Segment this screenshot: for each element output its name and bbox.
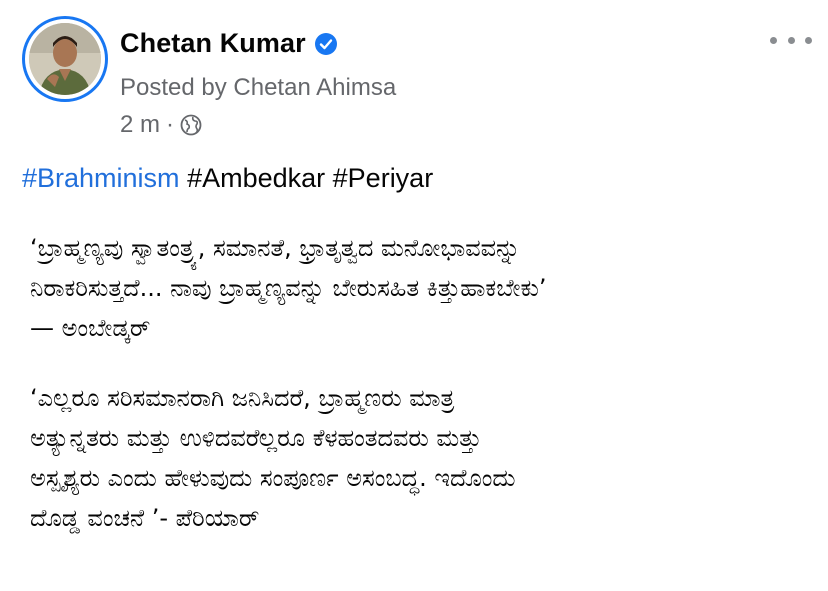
meta-separator: · (166, 111, 175, 138)
quote-line: ಅಸ್ಪೃಶ್ಯರು ಎಂದು ಹೇಳುವುದು ಸಂಪೂರ್ಣ ಅಸಂಬದ್ಧ… (30, 464, 516, 492)
facebook-post: Chetan Kumar Posted by Chetan Ahimsa 2 m… (0, 0, 828, 591)
more-dot (770, 36, 777, 44)
author-name-row: Chetan Kumar (120, 28, 338, 59)
hashtag-brahminism[interactable]: #Brahminism (22, 163, 180, 193)
hashtag-row: #Brahminism #Ambedkar #Periyar (22, 158, 812, 198)
quote-line: ‘ಎಲ್ಲರೂ ಸರಿಸಮಾನರಾಗಿ ಜನಿಸಿದರೆ, ಬ್ರಾಹ್ಮಣರು… (30, 384, 455, 412)
avatar[interactable] (29, 23, 101, 95)
quote-line: ದೊಡ್ಡ ವಂಚನೆ ’- ಪೆರಿಯಾರ್ (30, 504, 260, 532)
hashtag-ambedkar[interactable]: #Ambedkar (187, 163, 325, 193)
quote-attribution: — ಅಂಬೇಡ್ಕರ್ (30, 314, 151, 342)
author-name[interactable]: Chetan Kumar (120, 28, 306, 59)
verified-badge-icon (314, 32, 338, 56)
post-timestamp[interactable]: 2 m (120, 111, 160, 139)
author-avatar-story-ring[interactable] (22, 16, 108, 102)
quote-line: ನಿರಾಕರಿಸುತ್ತದೆ... ನಾವು ಬ್ರಾಹ್ಮಣ್ಯವನ್ನು ಬ… (30, 274, 547, 302)
hashtag-periyar[interactable]: #Periyar (333, 163, 434, 193)
posted-by-text: Posted by Chetan Ahimsa (120, 74, 397, 101)
quote-ambedkar: ‘ಬ್ರಾಹ್ಮಣ್ಯವು ಸ್ವಾತಂತ್ರ್ಯ, ಸಮಾನತೆ, ಭ್ರಾತ… (30, 228, 812, 348)
post-body: #Brahminism #Ambedkar #Periyar ‘ಬ್ರಾಹ್ಮಣ… (22, 158, 812, 568)
post-meta: 2 m · (120, 111, 202, 139)
more-dot (787, 36, 795, 44)
more-options-icon[interactable] (770, 26, 812, 54)
quote-line: ಅತ್ಯುನ್ನತರು ಮತ್ತು ಉಳಿದವರೆಲ್ಲರೂ ಕೆಳಹಂತದವರ… (30, 424, 482, 452)
avatar-photo (29, 23, 101, 95)
post-header: Chetan Kumar Posted by Chetan Ahimsa 2 m… (22, 16, 812, 140)
more-dot (805, 36, 812, 44)
globe-icon[interactable] (180, 114, 202, 136)
quote-periyar: ‘ಎಲ್ಲರೂ ಸರಿಸಮಾನರಾಗಿ ಜನಿಸಿದರೆ, ಬ್ರಾಹ್ಮಣರು… (30, 378, 812, 538)
quote-line: ‘ಬ್ರಾಹ್ಮಣ್ಯವು ಸ್ವಾತಂತ್ರ್ಯ, ಸಮಾನತೆ, ಭ್ರಾತ… (30, 234, 521, 262)
